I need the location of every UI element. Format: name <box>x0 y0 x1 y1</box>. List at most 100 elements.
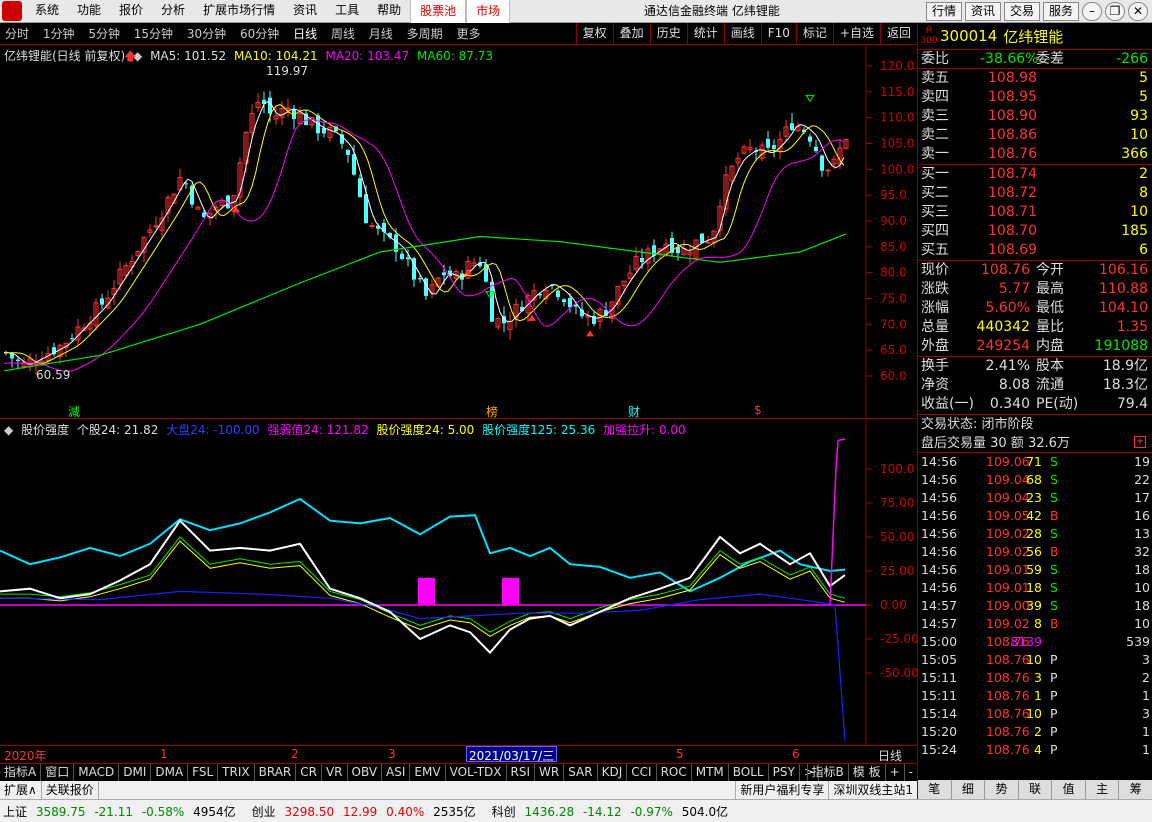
menu-system[interactable]: 系统 <box>26 0 68 24</box>
related-quote-tab[interactable]: 关联报价 <box>42 781 99 799</box>
period-tab[interactable]: 1分钟 <box>38 27 80 41</box>
indicator-tab[interactable]: MTM <box>692 764 729 781</box>
quote-button[interactable]: 行情 <box>925 2 962 21</box>
kline-chart[interactable]: 120.0 115.0 110.0 105.0 100.0 95.0 90.0 85.0 80.… <box>0 45 917 419</box>
indicator-tab[interactable]: MACD <box>74 764 120 781</box>
service-button[interactable]: 服务 <box>1042 2 1079 21</box>
period-tab[interactable]: 5分钟 <box>83 27 125 41</box>
menu-ext-market[interactable]: 扩展市场行情 <box>194 0 284 24</box>
adjust-button[interactable]: 复权 <box>575 23 613 44</box>
history-button[interactable]: 历史 <box>649 23 687 44</box>
indicator-tab[interactable]: SAR <box>564 764 598 781</box>
draw-button[interactable]: 画线 <box>723 23 761 44</box>
template-tab[interactable]: 模 板 <box>847 764 885 781</box>
mark-button[interactable]: 标记 <box>795 23 833 44</box>
event-marker[interactable]: $ <box>754 403 762 417</box>
indicator-tab[interactable]: RSI <box>507 764 536 781</box>
index-cy[interactable]: 创业 3298.50 12.99 0.40% 2535亿 <box>252 803 481 820</box>
indicator-svg[interactable]: 100.0 75.00 50.00 25.00 0.00 -25.00 -50.00 <box>0 419 919 745</box>
stats-button[interactable]: 统计 <box>686 23 724 44</box>
index-kc[interactable]: 科创 1436.28 -14.12 -0.97% 504.0亿 <box>492 803 733 820</box>
period-tab[interactable]: 月线 <box>364 27 398 41</box>
indicator-tab[interactable]: VR <box>322 764 348 781</box>
event-marker[interactable]: 财 <box>628 403 640 420</box>
menu-help[interactable]: 帮助 <box>368 0 410 24</box>
menu-stock-pool[interactable]: 股票池 <box>410 0 467 24</box>
kline-legend: 亿纬锂能(日线 前复权) ◆ MA5: 101.52 MA10: 104.21 … <box>4 47 497 64</box>
indicator-tab[interactable]: CCI <box>627 764 657 781</box>
back-button[interactable]: 返回 <box>879 23 917 44</box>
trade-button[interactable]: 交易 <box>1003 2 1040 21</box>
tick-price: 109.02 <box>986 616 1030 631</box>
panel-bottom-tab[interactable]: 势 <box>985 780 1019 799</box>
indicator-tab[interactable]: FSL <box>188 764 219 781</box>
bid-label: 买三 <box>921 204 949 220</box>
indicator-tab[interactable]: TRIX <box>218 764 255 781</box>
indicator-tab[interactable]: DMI <box>119 764 152 781</box>
menu-news[interactable]: 资讯 <box>284 0 326 24</box>
indicator-tab[interactable]: BRAR <box>255 764 297 781</box>
indicator-chart[interactable]: 100.0 75.00 50.00 25.00 0.00 -25.00 -50.00 ◆ 股… <box>0 419 919 745</box>
up-arrow-icon[interactable]: 🡅 <box>124 47 136 68</box>
period-tab[interactable]: 更多 <box>451 27 485 41</box>
indicator-b-tab[interactable]: 指标B <box>806 764 848 781</box>
tick-row: 14:56 109.06 71 S 19 <box>918 453 1152 471</box>
indicator-tab[interactable]: ASI <box>382 764 411 781</box>
indicator-tab[interactable]: 指标A <box>0 764 42 781</box>
add-watchlist-button[interactable]: +自选 <box>832 23 880 44</box>
event-marker[interactable]: 減 <box>68 403 80 420</box>
tick-time: 14:56 <box>921 490 958 505</box>
stat-label: 内盘 <box>1036 338 1064 354</box>
indicator-tab[interactable]: EMV <box>410 764 446 781</box>
tick-direction: P <box>1050 742 1058 757</box>
panel-bottom-tab[interactable]: 主 <box>1086 780 1120 799</box>
remove-window-button[interactable]: - <box>903 764 917 781</box>
panel-bottom-tab[interactable]: 值 <box>1052 780 1086 799</box>
restore-icon[interactable]: ❐ <box>1105 2 1125 21</box>
add-window-button[interactable]: + <box>884 764 904 781</box>
indicator-tab[interactable]: OBV <box>348 764 383 781</box>
period-tab[interactable]: 30分钟 <box>182 27 231 41</box>
minimize-icon[interactable]: – <box>1082 2 1102 21</box>
extension-toggle[interactable]: 扩展∧ <box>0 781 42 799</box>
tick-list[interactable]: 14:56 109.06 71 S 19 14:56 109.04 68 S 22 14:56 109… <box>918 453 1152 759</box>
period-tab[interactable]: 周线 <box>326 27 360 41</box>
period-tab[interactable]: 多周期 <box>402 27 448 41</box>
kline-svg[interactable]: 120.0 115.0 110.0 105.0 100.0 95.0 90.0 85.0 80.… <box>0 45 917 419</box>
panel-bottom-tab[interactable]: 细 <box>952 780 986 799</box>
indicator-tab[interactable]: ROC <box>657 764 692 781</box>
news-button[interactable]: 资讯 <box>964 2 1001 21</box>
menu-market[interactable]: 市场 <box>466 0 511 24</box>
indicator-tab[interactable]: CR <box>296 764 322 781</box>
menu-analysis[interactable]: 分析 <box>152 0 194 24</box>
indicator-tab[interactable]: BOLL <box>729 764 769 781</box>
panel-bottom-tab[interactable]: 笔 <box>918 780 952 799</box>
period-tab[interactable]: 分时 <box>0 27 34 41</box>
menu-tools[interactable]: 工具 <box>326 0 368 24</box>
period-tab-daily[interactable]: 日线 <box>288 27 322 41</box>
panel-bottom-tab[interactable]: 联 <box>1019 780 1053 799</box>
indicator-value: 加强拉升: 0.00 <box>603 423 686 437</box>
new-user-promo-link[interactable]: 新用户福利专享 <box>735 781 828 799</box>
period-tab[interactable]: 60分钟 <box>235 27 284 41</box>
event-marker[interactable]: 榜 <box>486 403 498 420</box>
panel-bottom-tab[interactable]: 筹 <box>1119 780 1152 799</box>
period-label[interactable]: 日线 <box>878 747 902 764</box>
tick-count: 18 <box>1134 562 1150 577</box>
index-sh[interactable]: 上证 3589.75 -21.11 -0.58% 4954亿 <box>3 803 241 820</box>
server-label[interactable]: 深圳双线主站1 <box>828 781 917 799</box>
indicator-tab[interactable]: PSY <box>769 764 800 781</box>
indicator-tab[interactable]: KDJ <box>598 764 628 781</box>
period-tab[interactable]: 15分钟 <box>129 27 178 41</box>
indicator-tab[interactable]: VOL-TDX <box>446 764 507 781</box>
f10-button[interactable]: F10 <box>760 23 796 44</box>
close-icon[interactable]: ✕ <box>1128 2 1148 21</box>
indicator-tab[interactable]: WR <box>535 764 565 781</box>
overlay-button[interactable]: 叠加 <box>612 23 650 44</box>
indicator-tab[interactable]: DMA <box>151 764 189 781</box>
legend-toggle-icon[interactable]: ◆ <box>4 423 13 437</box>
menu-function[interactable]: 功能 <box>68 0 110 24</box>
indicator-tab[interactable]: 窗口 <box>41 764 75 781</box>
menu-quote[interactable]: 报价 <box>110 0 152 24</box>
expand-icon[interactable]: + <box>1134 436 1146 448</box>
